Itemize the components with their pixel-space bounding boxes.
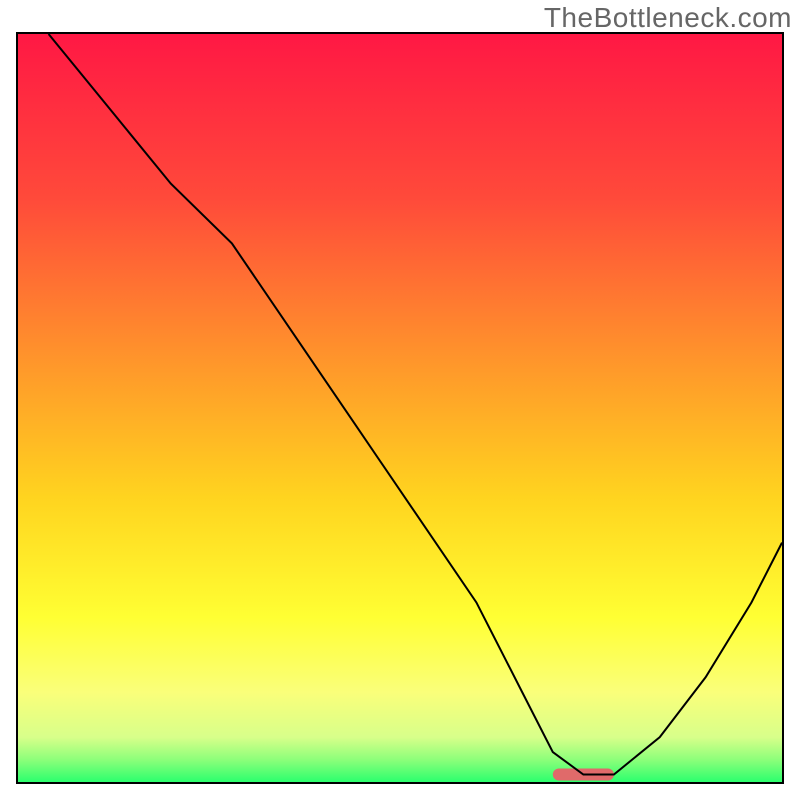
chart-container: TheBottleneck.com xyxy=(0,0,800,800)
plot-area xyxy=(16,32,784,784)
chart-svg xyxy=(18,34,782,782)
gradient-rect xyxy=(18,34,782,782)
watermark-text: TheBottleneck.com xyxy=(544,2,792,34)
